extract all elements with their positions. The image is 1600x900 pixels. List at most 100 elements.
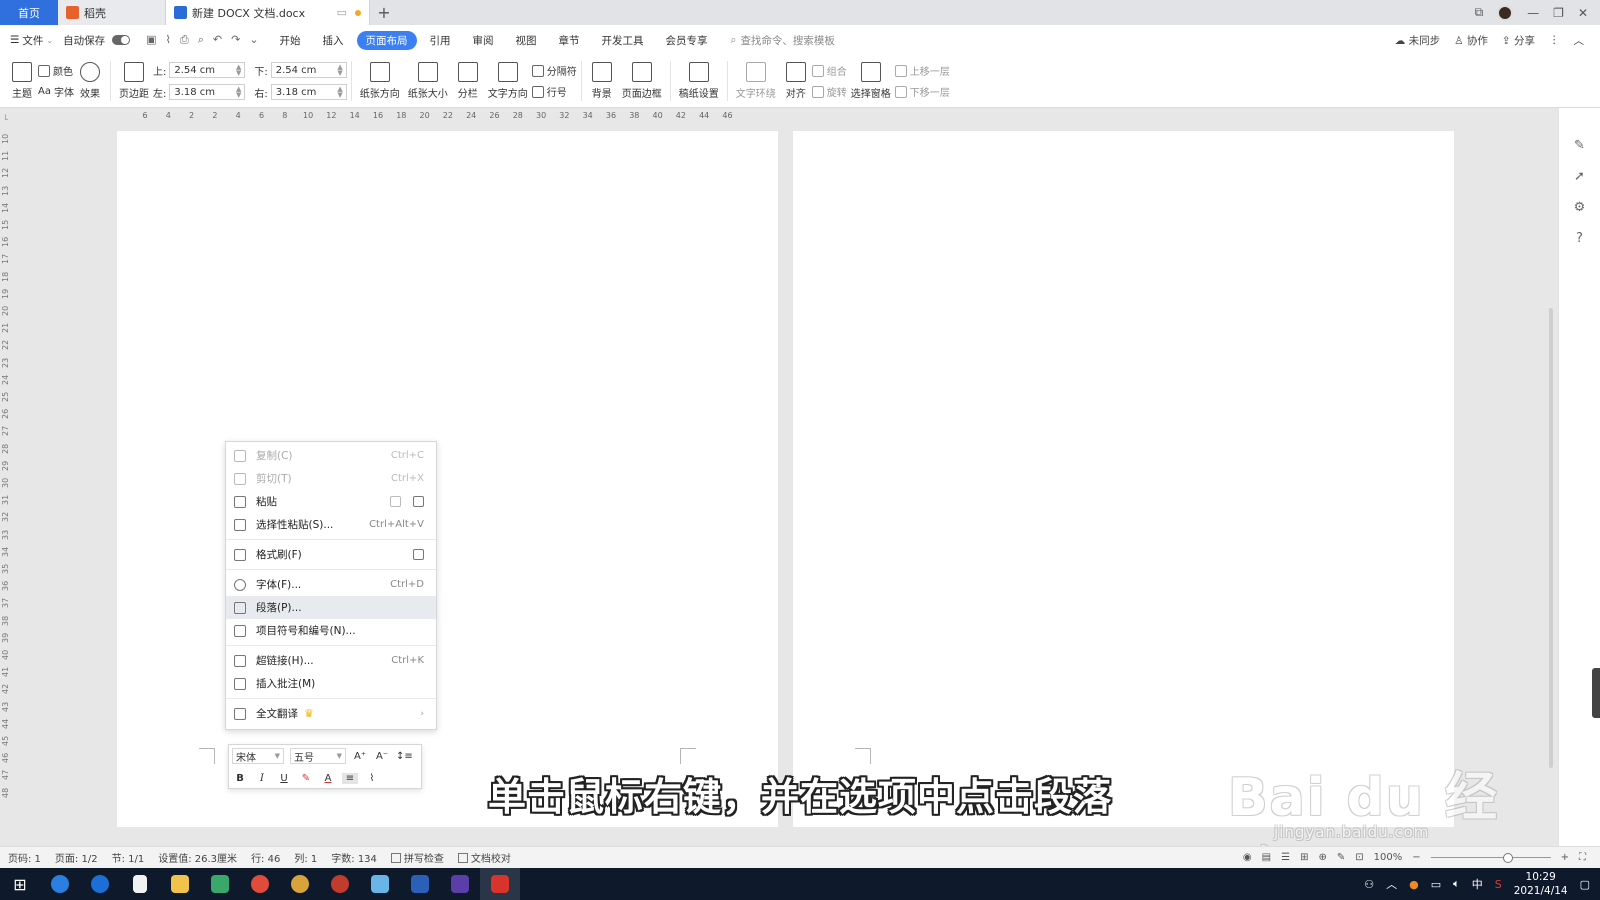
effects-button[interactable]: 效果 <box>74 62 106 100</box>
taskbar-app-chrome[interactable] <box>240 868 280 900</box>
tray-app-icon[interactable]: ● <box>1409 878 1419 891</box>
sogou-tray-icon[interactable]: S <box>1495 878 1502 891</box>
paper-setup-button[interactable]: 稿纸设置 <box>675 62 723 100</box>
tab-docer[interactable]: 稻壳 <box>58 0 166 25</box>
taskbar-app-security[interactable] <box>200 868 240 900</box>
highlight-icon[interactable]: ✎ <box>298 773 314 784</box>
document-page-2[interactable] <box>793 131 1454 827</box>
line-numbers-button[interactable]: 行号 <box>531 84 577 99</box>
avatar[interactable] <box>1497 4 1514 21</box>
columns-button[interactable]: 分栏 <box>452 62 484 100</box>
colors-button[interactable]: 颜色 <box>38 63 74 78</box>
menu-item-cut[interactable]: 剪切(T) Ctrl+X <box>226 467 436 490</box>
document-page-1[interactable] <box>117 131 778 827</box>
italic-icon[interactable]: I <box>254 773 270 784</box>
menu-item-paste[interactable]: 粘贴 <box>226 490 436 513</box>
taskbar-app-wps[interactable] <box>480 868 520 900</box>
wrap-text-button[interactable]: 文字环绕 <box>732 62 780 100</box>
eye-protection-icon[interactable]: ◉ <box>1243 852 1252 863</box>
chevron-up-icon[interactable]: ︿ <box>1386 876 1397 892</box>
print-icon[interactable]: ⎙ <box>180 33 189 47</box>
file-menu[interactable]: ☰ 文件 ⌄ <box>10 33 53 48</box>
cursor-icon[interactable]: ➚ <box>1574 169 1585 184</box>
font-name-select[interactable]: 宋体 ▼ <box>232 748 284 764</box>
paste-text-only-icon[interactable] <box>413 496 424 507</box>
people-icon[interactable]: ⚇ <box>1364 878 1374 891</box>
fullscreen-icon[interactable]: ⛶ <box>1579 852 1586 863</box>
save-icon[interactable]: ▣ <box>146 33 156 47</box>
menu-item-font[interactable]: 字体(F)... Ctrl+D <box>226 573 436 596</box>
window-layout-icon[interactable]: ⧉ <box>1475 5 1484 20</box>
selection-pane-button[interactable]: 选择窗格 <box>847 62 895 100</box>
network-icon[interactable]: ▭ <box>1431 878 1441 891</box>
share-button[interactable]: ⇪ 分享 <box>1502 33 1535 48</box>
status-section[interactable]: 节: 1/1 <box>112 850 145 865</box>
theme-button[interactable]: 主题 <box>6 62 38 100</box>
taskbar-app-chrome-2[interactable] <box>280 868 320 900</box>
menu-item-paste-special[interactable]: 选择性粘贴(S)... Ctrl+Alt+V <box>226 513 436 536</box>
tab-references[interactable]: 引用 <box>421 31 460 50</box>
vertical-scrollbar[interactable] <box>1545 118 1557 838</box>
sync-button[interactable]: ☁ 未同步 <box>1395 33 1440 48</box>
format-painter-icon[interactable]: ⌇ <box>166 33 171 47</box>
spinner-icon[interactable]: ▲ ▼ <box>236 86 241 99</box>
taskbar-app-explorer[interactable] <box>160 868 200 900</box>
tab-page-layout[interactable]: 页面布局 <box>356 30 417 50</box>
bold-icon[interactable]: B <box>232 773 248 784</box>
command-search[interactable]: ⌕ 查找命令、搜索模板 <box>731 33 835 48</box>
horizontal-ruler[interactable]: 6 4 2 2 4 6 8 10 12 14 16 18 20 22 24 26 28 30 32 34 36 38 40 4… <box>115 108 770 124</box>
breaks-button[interactable]: 分隔符 <box>531 63 577 78</box>
spinner-icon[interactable]: ▲ ▼ <box>337 64 342 77</box>
margins-button[interactable]: 页边距 <box>115 62 153 100</box>
proofread-button[interactable]: 文档校对 <box>457 850 511 865</box>
tab-chapter[interactable]: 章节 <box>550 31 589 50</box>
close-icon[interactable]: ✕ <box>1578 6 1588 20</box>
restore-icon[interactable]: ❐ <box>1553 6 1564 20</box>
top-margin-input[interactable]: 2.54 cm ▲ ▼ <box>169 62 246 78</box>
tab-document[interactable]: 新建 DOCX 文档.docx ▭ <box>166 0 370 25</box>
collab-button[interactable]: ♙ 协作 <box>1454 33 1488 48</box>
menu-item-bullets[interactable]: 项目符号和编号(N)... <box>226 619 436 642</box>
screen-icon[interactable]: ▭ <box>337 6 347 19</box>
menu-item-translate[interactable]: 全文翻译 ♛ › <box>226 702 436 725</box>
menu-item-paragraph[interactable]: 段落(P)... <box>226 596 436 619</box>
spell-check-button[interactable]: 拼写检查 <box>390 850 444 865</box>
menu-item-format-painter[interactable]: 格式刷(F) <box>226 543 436 566</box>
tab-view[interactable]: 视图 <box>507 31 546 50</box>
shrink-font-icon[interactable]: A⁻ <box>374 751 390 762</box>
size-button[interactable]: 纸张大小 <box>404 62 452 100</box>
taskbar-app-notes[interactable] <box>360 868 400 900</box>
status-words[interactable]: 字数: 134 <box>331 850 377 865</box>
line-spacing-icon[interactable]: ↕≡ <box>396 751 413 762</box>
spinner-icon[interactable]: ▲ ▼ <box>337 86 342 99</box>
more-icon[interactable]: ⋮ <box>1549 34 1560 46</box>
group-button[interactable]: 组合 <box>811 63 847 78</box>
notification-icon[interactable]: ▢ <box>1580 878 1590 891</box>
format-painter-lock-icon[interactable] <box>413 549 424 560</box>
sliders-icon[interactable]: ⚙ <box>1574 200 1586 215</box>
vertical-ruler[interactable]: 10 11 12 13 14 15 16 17 18 19 20 21 22 23 24 25 26 27 28 29… <box>0 120 12 810</box>
globe-icon[interactable]: ⊕ <box>1318 852 1326 863</box>
tab-review[interactable]: 审阅 <box>464 31 503 50</box>
pen-icon[interactable]: ✎ <box>1337 852 1345 863</box>
tab-start[interactable]: 开始 <box>271 31 310 50</box>
background-button[interactable]: 背景 <box>586 62 618 100</box>
align-justify-icon[interactable]: ≡ <box>342 772 358 784</box>
taskbar-app-player[interactable] <box>320 868 360 900</box>
taskbar-app-file[interactable] <box>120 868 160 900</box>
taskbar-app-browser[interactable] <box>40 868 80 900</box>
align-button[interactable]: 对齐 <box>780 62 812 100</box>
menu-item-hyperlink[interactable]: 超链接(H)... Ctrl+K <box>226 649 436 672</box>
bottom-margin-input[interactable]: 2.54 cm ▲ ▼ <box>270 62 347 78</box>
undo-icon[interactable]: ↶ <box>213 33 222 47</box>
ime-indicator[interactable]: 中 <box>1472 876 1483 892</box>
fit-page-icon[interactable]: ⊡ <box>1355 852 1363 863</box>
left-margin-input[interactable]: 3.18 cm ▲ ▼ <box>169 84 246 100</box>
paste-keep-format-icon[interactable] <box>390 496 401 507</box>
rotate-button[interactable]: 旋转 <box>811 84 847 99</box>
taskbar-app-sogou[interactable] <box>80 868 120 900</box>
font-size-select[interactable]: 五号 ▼ <box>290 748 346 764</box>
send-backward-button[interactable]: 下移一层 <box>894 84 950 99</box>
volume-icon[interactable]: 🔈︎ <box>1453 877 1460 891</box>
status-page-num[interactable]: 页码: 1 <box>8 850 41 865</box>
